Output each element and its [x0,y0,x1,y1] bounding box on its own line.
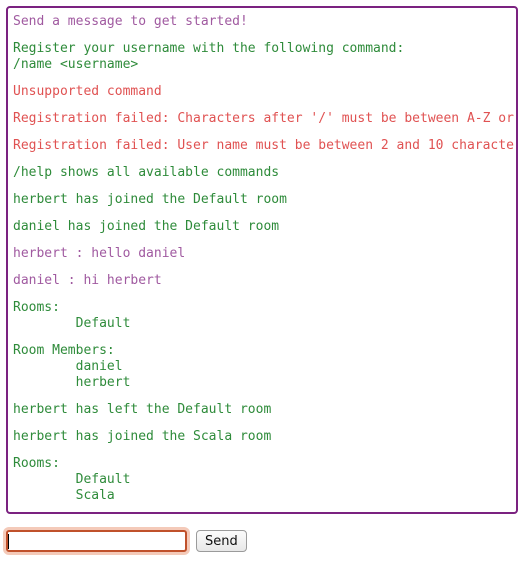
chat-message: Send a message to get started! [13,14,248,29]
chat-message: daniel has joined the Default room [13,219,280,234]
chat-message: herbert has joined the Scala room [13,429,272,444]
chat-message: Rooms: Default Scala [13,456,131,503]
chat-message: Registration failed: Characters after '/… [13,111,518,126]
message-input[interactable] [6,530,187,552]
chat-app: Send a message to get started! Register y… [0,0,526,567]
chat-message: Rooms: Default [13,300,131,331]
message-composer: Send [6,530,247,552]
chat-log[interactable]: Send a message to get started! Register y… [6,6,518,514]
chat-message: herbert has joined the Default room [13,192,287,207]
chat-message: herbert has left the Default room [13,402,272,417]
chat-message: Registration failed: User name must be b… [13,138,518,153]
chat-message: daniel : hi herbert [13,273,162,288]
send-button[interactable]: Send [196,530,247,552]
chat-message: herbert : hello daniel [13,246,186,261]
chat-message: Register your username with the followin… [13,41,405,72]
chat-message: Room Members: daniel herbert [13,343,131,390]
chat-message: Unsupported command [13,84,162,99]
chat-message: /help shows all available commands [13,165,280,180]
